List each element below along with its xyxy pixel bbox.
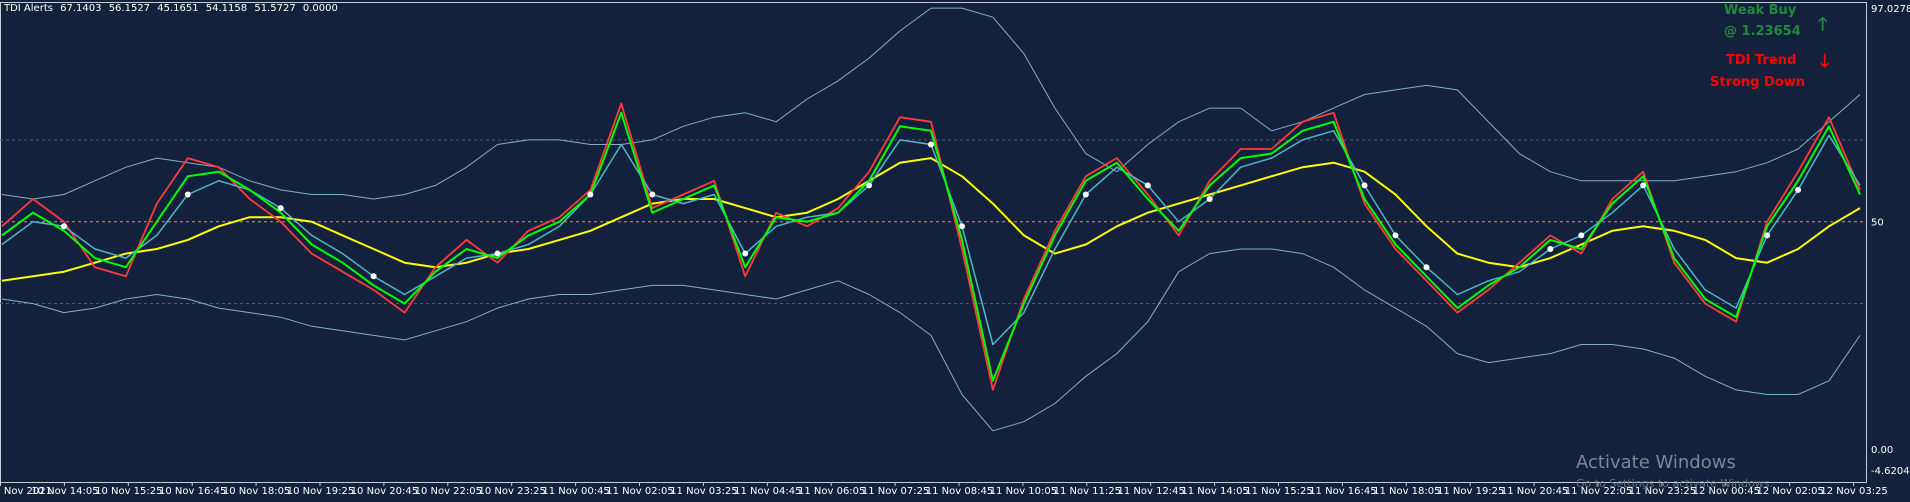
series-upper-band — [1, 7, 1861, 200]
indicator-value-2: 56.1527 — [108, 3, 151, 14]
signal-tdi-trend: TDI Trend — [1726, 53, 1797, 68]
x-tick-label: 10 Nov 20:45 — [351, 486, 418, 497]
signal-dot — [1361, 182, 1368, 189]
signal-dot — [1640, 182, 1647, 189]
signal-dot — [1795, 186, 1802, 193]
signal-dot — [742, 250, 749, 257]
x-tick-label: 10 Nov 15:25 — [95, 486, 162, 497]
x-tick-label: 11 Nov 04:45 — [734, 486, 801, 497]
x-tick-label: 10 Nov 23:25 — [478, 486, 545, 497]
x-tick-label: 10 Nov 14:05 — [31, 486, 98, 497]
indicator-value-4: 54.1158 — [205, 3, 248, 14]
signal-dot — [928, 141, 934, 148]
y-tick-label: 0.00 — [1871, 445, 1893, 456]
tdi-chart: 97.0278500.00-4.620410 Nov 202110 Nov 14… — [0, 2, 1910, 497]
signal-dot — [587, 191, 594, 198]
signal-dot — [370, 273, 377, 280]
x-tick-label: 11 Nov 03:25 — [670, 486, 737, 497]
signal-weak-buy: Weak Buy — [1724, 3, 1797, 18]
signal-dot — [1392, 232, 1399, 239]
signal-dot — [1578, 232, 1585, 239]
signal-dot — [1144, 182, 1151, 189]
x-tick-label: 11 Nov 07:25 — [862, 486, 929, 497]
indicator-name: TDI Alerts — [4, 3, 53, 14]
x-tick-label: 11 Nov 02:05 — [606, 486, 673, 497]
x-tick-label: 11 Nov 14:05 — [1181, 486, 1248, 497]
x-tick-label: 11 Nov 15:25 — [1245, 486, 1312, 497]
signal-dot — [494, 250, 501, 257]
y-tick-label: 50 — [1871, 218, 1884, 229]
x-tick-label: 10 Nov 22:05 — [415, 486, 482, 497]
series-lower-band — [1, 248, 1861, 432]
indicator-title: TDI Alerts 67.1403 56.1527 45.1651 54.11… — [4, 3, 342, 14]
indicator-value-1: 67.1403 — [60, 3, 102, 14]
x-tick-label: 11 Nov 11:25 — [1054, 486, 1121, 497]
y-tick-label: 97.0278 — [1871, 4, 1910, 15]
series-price-line — [1, 111, 1861, 382]
x-tick-label: 11 Nov 12:45 — [1117, 486, 1184, 497]
indicator-value-6: 0.0000 — [302, 3, 338, 14]
series-base-line — [1, 157, 1861, 282]
signal-dot — [277, 205, 284, 212]
indicator-value-5: 51.5727 — [254, 3, 296, 14]
arrow-down-icon: 🡓 — [1820, 51, 1830, 72]
x-tick-label: 11 Nov 06:05 — [798, 486, 865, 497]
signal-dot — [866, 182, 873, 189]
signal-strong-down: Strong Down — [1710, 75, 1805, 90]
signal-dot — [958, 223, 965, 230]
x-tick-label: 12 Nov 03:25 — [1820, 486, 1887, 497]
x-tick-label: 11 Nov 10:05 — [990, 486, 1057, 497]
signal-dot — [60, 223, 67, 230]
signal-dot — [184, 191, 191, 198]
x-tick-label: 11 Nov 08:45 — [926, 486, 993, 497]
x-tick-label: 11 Nov 19:25 — [1437, 486, 1504, 497]
signal-dot — [1764, 232, 1771, 239]
arrow-up-icon: 🡑 — [1818, 14, 1828, 35]
x-tick-label: 11 Nov 18:05 — [1373, 486, 1440, 497]
signal-dot — [1206, 196, 1213, 203]
x-tick-label: 11 Nov 20:45 — [1501, 486, 1568, 497]
activate-windows-subtitle: Go to Settings to activate Windows. — [1576, 477, 1774, 490]
signal-buy-price: @ 1.23654 — [1724, 24, 1801, 39]
activate-windows-title: Activate Windows — [1576, 452, 1736, 473]
x-tick-label: 10 Nov 19:25 — [287, 486, 354, 497]
indicator-value-3: 45.1651 — [157, 3, 199, 14]
x-tick-label: 11 Nov 00:45 — [542, 486, 609, 497]
signal-dot — [649, 191, 656, 198]
y-tick-label: -4.6204 — [1871, 466, 1910, 477]
signal-dot — [1547, 246, 1554, 253]
x-tick-label: 10 Nov 18:05 — [223, 486, 290, 497]
x-tick-label: 10 Nov 16:45 — [159, 486, 226, 497]
x-tick-label: 11 Nov 16:45 — [1309, 486, 1376, 497]
signal-dot — [1423, 264, 1430, 271]
signal-dot — [1082, 191, 1089, 198]
